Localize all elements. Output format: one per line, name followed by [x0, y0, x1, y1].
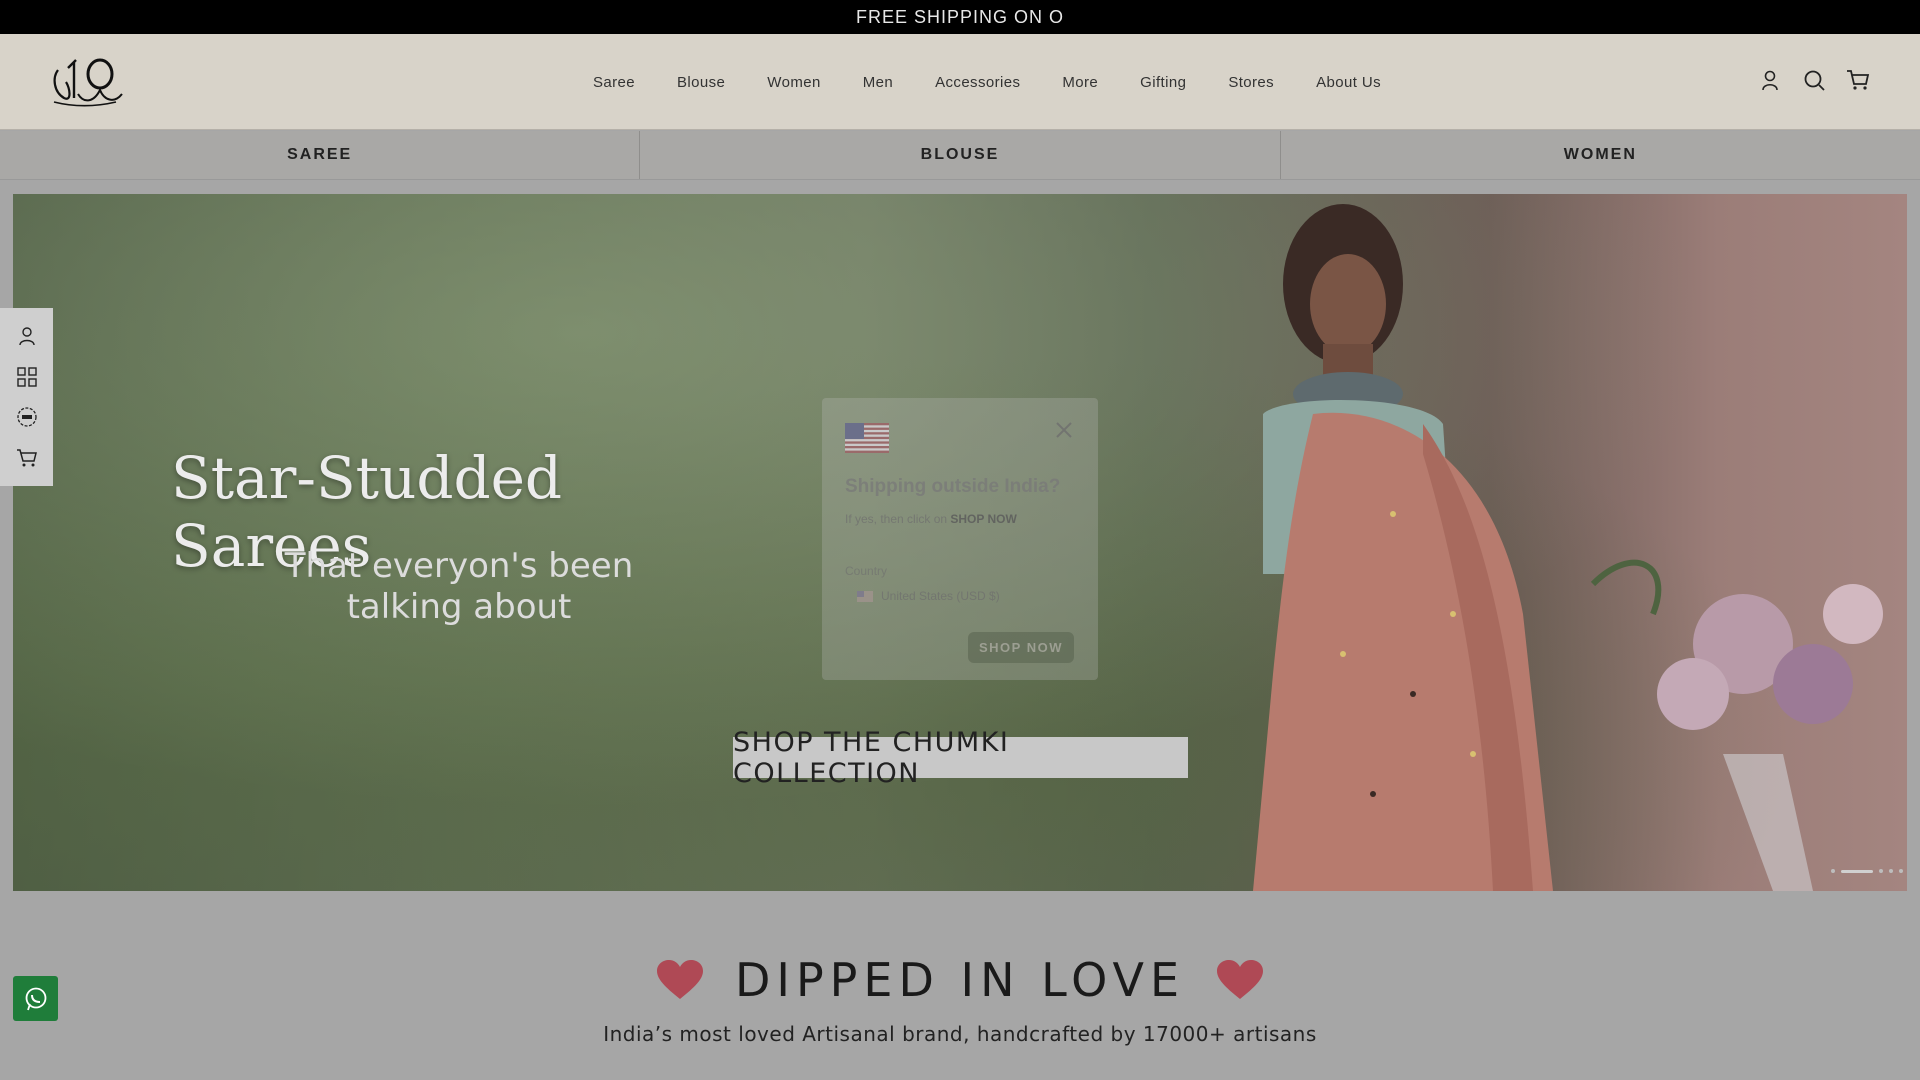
hero-model-image	[1253, 204, 1553, 891]
brand-logo[interactable]	[50, 48, 124, 110]
nav-women[interactable]: Women	[746, 74, 841, 91]
modal-title: Shipping outside India?	[845, 476, 1061, 497]
category-blouse[interactable]: BLOUSE	[640, 131, 1281, 179]
account-icon[interactable]	[1758, 68, 1782, 92]
main-nav: Saree Blouse Women Men Accessories More …	[572, 34, 1402, 130]
country-select[interactable]: United States (USD $)	[845, 580, 1075, 612]
heart-icon	[656, 960, 703, 999]
shop-now-button[interactable]: SHOP NOW	[968, 632, 1074, 663]
cart-icon[interactable]	[1846, 68, 1870, 92]
whatsapp-button[interactable]	[13, 976, 58, 1021]
carousel-dot-active[interactable]	[1841, 869, 1873, 873]
site-header: Saree Blouse Women Men Accessories More …	[0, 34, 1920, 130]
nav-about-us[interactable]: About Us	[1295, 74, 1402, 91]
search-icon[interactable]	[1802, 68, 1826, 92]
modal-hint: If yes, then click on SHOP NOW	[845, 512, 1017, 526]
carousel-dot[interactable]	[1879, 869, 1883, 873]
announcement-bar: FREE SHIPPING ON O	[0, 0, 1920, 34]
category-saree[interactable]: SAREE	[0, 131, 641, 179]
hero-subtitle: That everyon's been talking about	[209, 546, 709, 628]
modal-hint-strong: SHOP NOW	[950, 512, 1017, 526]
us-flag-icon	[845, 423, 889, 453]
shipping-modal: Shipping outside India? If yes, then cli…	[822, 398, 1098, 680]
new-badge-icon[interactable]	[15, 405, 39, 429]
carousel-dot[interactable]	[1899, 869, 1903, 873]
nav-blouse[interactable]: Blouse	[656, 74, 746, 91]
carousel-dot[interactable]	[1889, 869, 1893, 873]
country-label: Country	[845, 564, 888, 578]
announcement-text: FREE SHIPPING ON O	[855, 6, 1065, 27]
us-flag-small-icon	[857, 590, 873, 602]
hero-subtitle-line-1: That everyon's been	[284, 546, 634, 586]
shop-collection-button[interactable]: SHOP THE CHUMKI COLLECTION	[733, 727, 1188, 789]
country-select-value: United States (USD $)	[881, 589, 1000, 603]
hero-subtitle-line-2: talking about	[346, 587, 572, 627]
nav-gifting[interactable]: Gifting	[1119, 74, 1207, 91]
carousel-dots	[1831, 869, 1903, 873]
logo-mark	[53, 58, 123, 107]
section-title: DIPPED IN LOVE	[734, 953, 1186, 1007]
hero-flowers-image	[1590, 559, 1883, 891]
header-actions	[1758, 68, 1870, 92]
category-women[interactable]: WOMEN	[1281, 131, 1920, 179]
nav-accessories[interactable]: Accessories	[914, 74, 1041, 91]
nav-men[interactable]: Men	[842, 74, 914, 91]
side-rail	[0, 308, 53, 486]
carousel-dot[interactable]	[1831, 869, 1835, 873]
section-heading: DIPPED IN LOVE	[0, 950, 1920, 1010]
heart-icon	[1217, 960, 1264, 999]
cart-icon[interactable]	[15, 446, 39, 470]
nav-more[interactable]: More	[1041, 74, 1119, 91]
account-icon[interactable]	[15, 324, 39, 348]
nav-saree[interactable]: Saree	[572, 74, 656, 91]
close-icon[interactable]	[1054, 420, 1074, 440]
whatsapp-icon	[25, 987, 46, 1010]
category-strip: SAREE BLOUSE WOMEN	[0, 131, 1920, 180]
nav-stores[interactable]: Stores	[1207, 74, 1295, 91]
section-subtitle: India’s most loved Artisanal brand, hand…	[603, 1022, 1317, 1046]
categories-grid-icon[interactable]	[15, 365, 39, 389]
modal-hint-prefix: If yes, then click on	[845, 512, 951, 526]
